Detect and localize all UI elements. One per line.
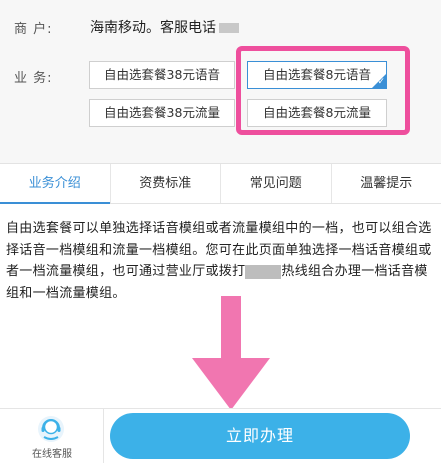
option-label: 自由选套餐38元语音 [104,67,220,82]
business-label: 业 务: [14,71,53,86]
online-customer-service[interactable]: 在线客服 [0,409,104,463]
tab-pricing[interactable]: 资费标准 [111,164,221,203]
annotation-highlight-box [236,46,410,135]
tab-bar: 业务介绍 资费标准 常见问题 温馨提示 [0,163,441,204]
down-arrow-icon [192,296,270,410]
apply-now-button[interactable]: 立即办理 [110,413,410,459]
redacted-hotline [245,264,282,279]
headset-avatar-icon [38,416,64,442]
tab-faq[interactable]: 常见问题 [221,164,332,203]
option-38-voice[interactable]: 自由选套餐38元语音 [89,61,235,89]
tab-tips[interactable]: 温馨提示 [332,164,441,203]
redacted-phone [219,23,239,33]
bottom-action-bar: 在线客服 立即办理 [0,408,441,463]
option-38-data[interactable]: 自由选套餐38元流量 [89,99,235,127]
tab-business-intro[interactable]: 业务介绍 [0,164,111,204]
merchant-value-text: 海南移动。客服电话 [90,20,216,36]
option-label: 自由选套餐38元流量 [104,105,220,120]
business-description: 自由选套餐可以单独选择话音模组或者流量模组中的一档，也可以组合选择话音一档模组和… [6,218,436,304]
merchant-value: 海南移动。客服电话 [90,17,239,37]
merchant-label: 商 户: [14,22,53,37]
customer-service-label: 在线客服 [32,449,72,460]
